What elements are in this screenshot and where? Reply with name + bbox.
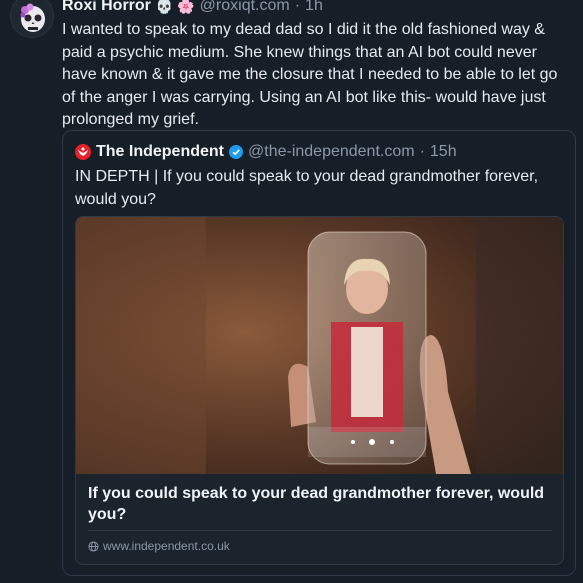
author-name[interactable]: Roxi Horror <box>62 0 151 16</box>
author-handle[interactable]: @roxiqt.com <box>200 0 290 16</box>
post-text: I wanted to speak to my dead dad so I di… <box>62 21 558 128</box>
quoted-post-header: The Independent @the-independent.com · 1… <box>75 143 457 161</box>
avatar[interactable] <box>10 0 54 38</box>
link-card-domain-row: www.independent.co.uk <box>88 539 230 553</box>
quoted-separator-dot: · <box>419 143 425 160</box>
link-card[interactable]: If you could speak to your dead grandmot… <box>75 216 564 565</box>
skull-avatar-icon <box>11 0 53 37</box>
link-card-title[interactable]: If you could speak to your dead grandmot… <box>88 483 552 525</box>
post-time[interactable]: 1h <box>305 0 323 16</box>
quoted-post-text: IN DEPTH | If you could speak to your de… <box>75 168 539 208</box>
article-image <box>76 217 563 474</box>
quoted-post-time[interactable]: 15h <box>430 143 457 161</box>
verified-badge-icon <box>229 145 243 159</box>
link-card-domain: www.independent.co.uk <box>103 539 230 553</box>
globe-icon <box>88 540 99 552</box>
independent-eagle-icon <box>75 144 91 160</box>
author-emojis: 💀 🌸 <box>155 0 195 14</box>
link-card-divider <box>88 530 552 531</box>
separator-dot: · <box>294 0 301 14</box>
post[interactable]: Roxi Horror 💀 🌸 @roxiqt.com · 1h I wante… <box>0 0 583 583</box>
quoted-author-name[interactable]: The Independent <box>96 143 224 161</box>
post-header: Roxi Horror 💀 🌸 @roxiqt.com · 1h <box>62 0 323 16</box>
quoted-post[interactable]: The Independent @the-independent.com · 1… <box>62 130 576 576</box>
quoted-author-handle[interactable]: @the-independent.com <box>248 143 415 161</box>
